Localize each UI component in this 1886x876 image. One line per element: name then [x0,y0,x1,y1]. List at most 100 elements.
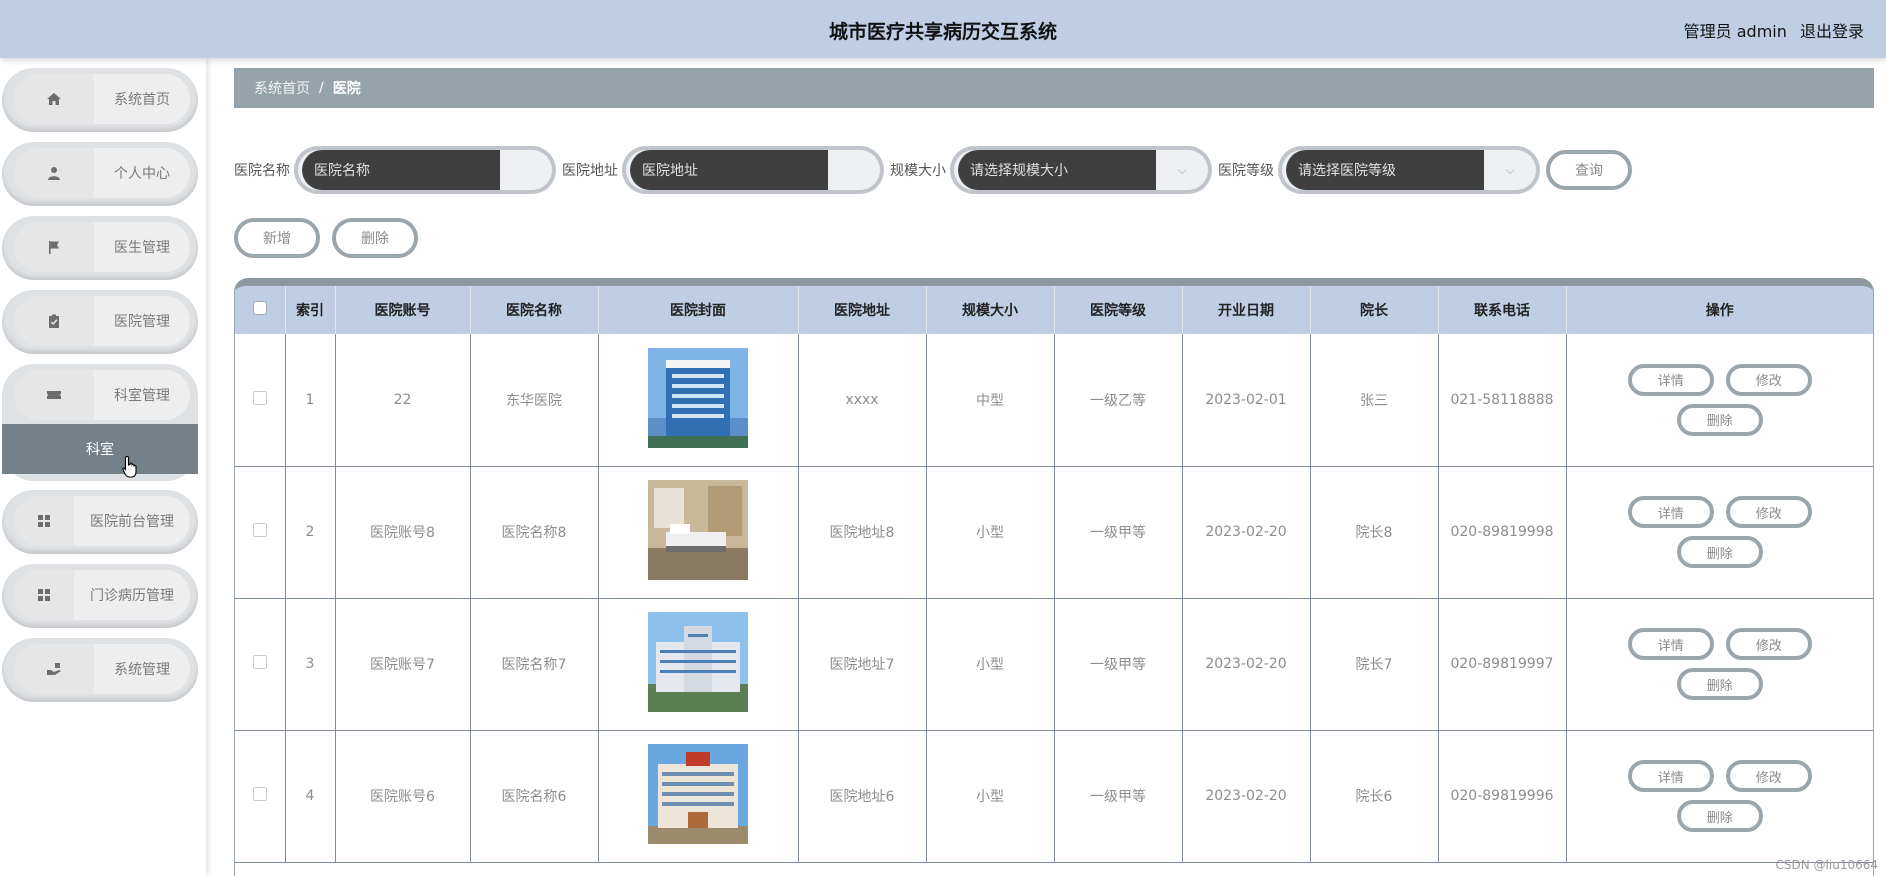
sidebar-item-departments[interactable]: 科室管理 [2,364,198,428]
table-header-row: 索引 医院账号 医院名称 医院封面 医院地址 规模大小 医院等级 开业日期 院长… [235,286,1873,334]
cell-level: 一级乙等 [1054,334,1183,467]
cell-level: 一级甲等 [1054,466,1183,599]
hospital-address-input[interactable]: 医院地址 [622,146,884,194]
cell-operations: 详情 修改 删除 [1566,334,1873,467]
cell-address: 医院地址8 [798,466,927,599]
cell-dean: 院长7 [1310,598,1439,731]
row-checkbox[interactable] [235,730,286,863]
chevron-down-icon[interactable]: ⌵ [1156,150,1208,190]
cell-account: 22 [335,334,471,467]
sidebar-item-hospitals[interactable]: 医院管理 [2,290,198,354]
person-icon [14,148,94,198]
cell-phone: 020-89819998 [1438,466,1567,599]
cell-address: xxxx [798,334,927,467]
submenu-item-department[interactable]: 科室 [2,424,198,474]
settings-hand-icon [14,644,94,694]
edit-button[interactable]: 修改 [1725,628,1812,660]
delete-button[interactable]: 删除 [1676,403,1763,436]
sidebar-item-label: 系统首页 [94,74,190,124]
edit-button[interactable]: 修改 [1725,363,1812,396]
cell-dean: 张三 [1310,334,1439,467]
level-select[interactable]: 请选择医院等级 ⌵ [1278,146,1540,194]
cell-size: 小型 [926,598,1055,731]
detail-button[interactable]: 详情 [1627,363,1714,396]
row-checkbox[interactable] [235,334,286,467]
cell-level: 一级甲等 [1054,598,1183,731]
cell-operations: 详情 修改 删除 [1566,598,1873,731]
cell-size: 小型 [926,466,1055,599]
search-button[interactable]: 查询 [1546,150,1632,190]
edit-button[interactable]: 修改 [1725,760,1812,792]
table-row: 4 医院账号6 医院名称6 医院地址6 小型 一级甲等 2023-02-20 院… [235,730,1873,863]
sidebar: 系统首页 个人中心 医生管理 医院管理 科室管理 科室 医院前台管理 门诊病历管… [0,58,206,876]
grid-icon [14,496,74,546]
sidebar-item-system[interactable]: 系统管理 [2,638,198,702]
cell-index: 4 [285,730,336,863]
flag-icon [14,222,94,272]
cell-operations: 详情 修改 删除 [1566,730,1873,863]
size-select-placeholder[interactable]: 请选择规模大小 [958,150,1156,190]
select-all-checkbox[interactable] [235,286,286,334]
cell-date: 2023-02-20 [1182,598,1311,731]
size-label: 规模大小 [890,163,946,179]
breadcrumb-home[interactable]: 系统首页 [254,78,310,98]
cell-date: 2023-02-01 [1182,334,1311,467]
detail-button[interactable]: 详情 [1627,628,1714,660]
cell-cover [598,598,799,731]
cell-phone: 020-89819997 [1438,598,1567,731]
column-header: 开业日期 [1182,286,1311,334]
breadcrumb-current: 医院 [332,81,361,97]
sidebar-item-label: 系统管理 [94,644,190,694]
cell-cover [598,334,799,467]
sidebar-item-profile[interactable]: 个人中心 [2,142,198,206]
cell-name: 医院名称7 [470,598,599,731]
cell-operations: 详情 修改 删除 [1566,466,1873,599]
hospital-address-label: 医院地址 [562,163,618,179]
size-select[interactable]: 请选择规模大小 ⌵ [950,146,1212,194]
row-checkbox[interactable] [235,466,286,599]
home-icon [14,74,94,124]
breadcrumb-separator: / [319,80,324,96]
breadcrumb: 系统首页 / 医院 [234,68,1874,108]
cell-name: 医院名称6 [470,730,599,863]
main-content: 系统首页 / 医院 医院名称 医院名称 医院地址 医院地址 规模大小 请选择规模… [206,58,1886,876]
sidebar-item-doctors[interactable]: 医生管理 [2,216,198,280]
sidebar-item-hospital-front[interactable]: 医院前台管理 [2,490,198,554]
table-row: 3 医院账号7 医院名称7 医院地址7 小型 一级甲等 2023-02-20 院… [235,598,1873,731]
delete-button[interactable]: 删除 [1676,536,1763,568]
grid-icon [14,570,74,620]
detail-button[interactable]: 详情 [1627,496,1714,528]
logout-link[interactable]: 退出登录 [1800,22,1864,41]
sidebar-item-outpatient-records[interactable]: 门诊病历管理 [2,564,198,628]
level-select-placeholder[interactable]: 请选择医院等级 [1286,150,1484,190]
hospital-cover-image [648,347,748,448]
cell-dean: 院长8 [1310,466,1439,599]
watermark: CSDN @liu10664 [1775,858,1878,872]
cell-date: 2023-02-20 [1182,466,1311,599]
sidebar-item-home[interactable]: 系统首页 [2,68,198,132]
table-row: 1 22 东华医院 xxxx 中型 一级乙等 2023-02-01 张三 021… [235,334,1873,467]
edit-button[interactable]: 修改 [1725,496,1812,528]
cell-dean: 院长6 [1310,730,1439,863]
hospital-cover-image [648,480,748,580]
hospital-address-placeholder[interactable]: 医院地址 [630,150,828,190]
add-button[interactable]: 新增 [234,218,320,258]
delete-button[interactable]: 删除 [1676,800,1763,832]
cell-level: 一级甲等 [1054,730,1183,863]
hospital-cover-image [648,744,748,844]
column-header: 医院等级 [1054,286,1183,334]
chevron-down-icon[interactable]: ⌵ [1484,150,1536,190]
hospital-name-input[interactable]: 医院名称 [294,146,556,194]
hospital-name-placeholder[interactable]: 医院名称 [302,150,500,190]
sidebar-item-label: 门诊病历管理 [74,570,190,620]
column-header: 院长 [1310,286,1439,334]
delete-button[interactable]: 删除 [1676,668,1763,700]
sidebar-item-label: 个人中心 [94,148,190,198]
row-checkbox[interactable] [235,598,286,731]
cell-account: 医院账号8 [335,466,471,599]
column-header: 操作 [1566,286,1873,334]
detail-button[interactable]: 详情 [1627,760,1714,792]
action-buttons: 新增 删除 [234,218,430,258]
cell-phone: 021-58118888 [1438,334,1567,467]
batch-delete-button[interactable]: 删除 [332,218,418,258]
